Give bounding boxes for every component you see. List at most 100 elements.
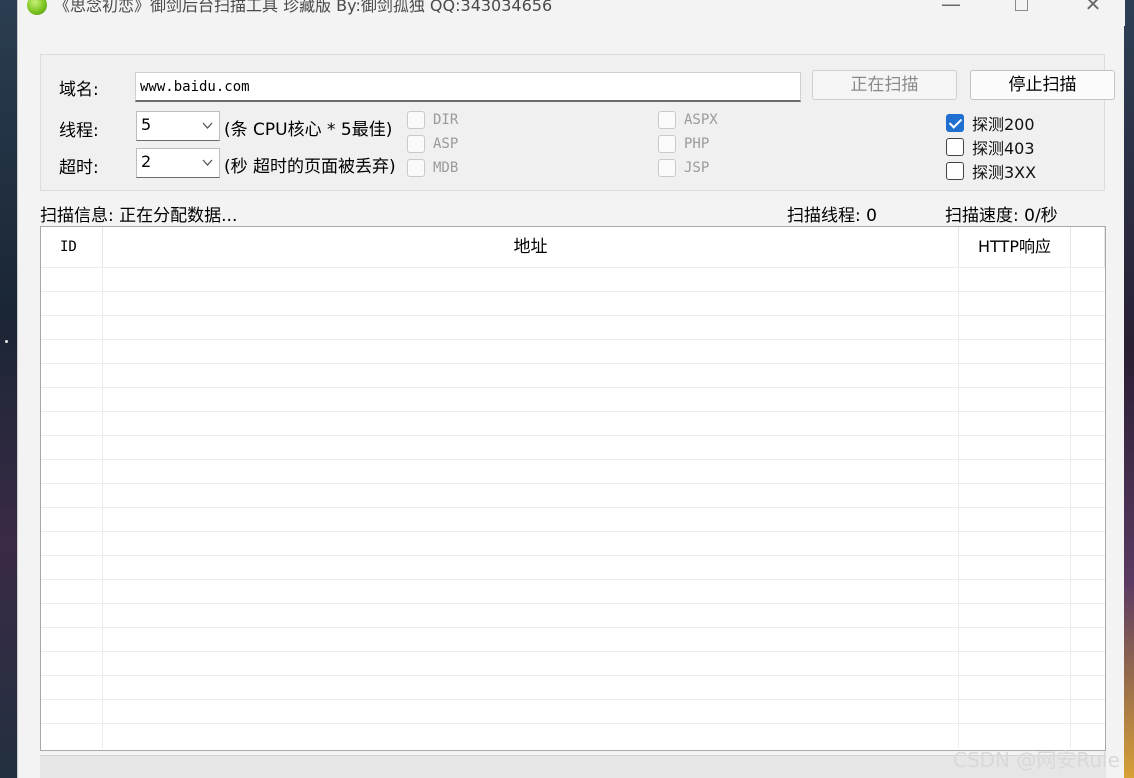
table-row — [41, 507, 1105, 532]
table-cell — [1071, 364, 1105, 388]
table-cell — [41, 340, 103, 364]
table-cell — [41, 292, 103, 316]
timeout-hint: (秒 超时的页面被丢弃) — [224, 157, 396, 177]
table-cell — [959, 628, 1071, 652]
table-cell — [1071, 316, 1105, 340]
table-cell — [1071, 388, 1105, 412]
checkbox-box — [407, 135, 425, 153]
table-cell — [1071, 652, 1105, 676]
dict-jsp-checkbox[interactable]: JSP — [658, 159, 709, 177]
probe-200-checkbox[interactable]: 探测200 — [946, 111, 1035, 135]
timeout-label: 超时: — [59, 158, 99, 178]
table-row — [41, 291, 1105, 316]
threads-hint: (条 CPU核心 * 5最佳) — [224, 120, 393, 140]
table-cell — [1071, 604, 1105, 628]
column-header-address[interactable]: 地址 — [103, 227, 959, 267]
watermark: CSDN @网安Rule — [953, 748, 1120, 772]
table-cell — [103, 604, 959, 628]
table-row — [41, 675, 1105, 700]
table-cell — [103, 700, 959, 724]
table-row — [41, 363, 1105, 388]
table-cell — [959, 412, 1071, 436]
results-table[interactable]: ID 地址 HTTP响应 — [40, 226, 1106, 751]
table-row — [41, 699, 1105, 724]
table-cell — [41, 316, 103, 340]
table-cell — [103, 724, 959, 748]
table-cell — [103, 268, 959, 292]
table-cell — [103, 364, 959, 388]
probe-403-checkbox[interactable]: 探测403 — [946, 135, 1035, 159]
table-cell — [41, 676, 103, 700]
table-cell — [959, 460, 1071, 484]
table-cell — [103, 556, 959, 580]
table-cell — [103, 460, 959, 484]
table-cell — [41, 652, 103, 676]
table-cell — [959, 700, 1071, 724]
table-cell — [1071, 508, 1105, 532]
table-cell — [1071, 460, 1105, 484]
table-cell — [41, 700, 103, 724]
table-cell — [1071, 628, 1105, 652]
table-cell — [959, 268, 1071, 292]
timeout-value: 2 — [141, 152, 152, 171]
minimize-button[interactable]: — — [928, 0, 974, 20]
table-cell — [959, 436, 1071, 460]
table-cell — [959, 652, 1071, 676]
checkbox-box — [407, 159, 425, 177]
table-cell — [959, 604, 1071, 628]
dict-dir-label: DIR — [433, 112, 459, 128]
table-cell — [41, 508, 103, 532]
table-cell — [1071, 436, 1105, 460]
table-cell — [959, 580, 1071, 604]
dict-asp-label: ASP — [433, 136, 459, 152]
chevron-down-icon — [202, 159, 213, 166]
dict-php-checkbox[interactable]: PHP — [658, 135, 709, 153]
table-row — [41, 459, 1105, 484]
dict-dir-checkbox[interactable]: DIR — [407, 111, 458, 129]
table-cell — [959, 340, 1071, 364]
dict-mdb-label: MDB — [433, 160, 459, 176]
column-header-http-response[interactable]: HTTP响应 — [959, 227, 1071, 267]
desktop-background-right — [1124, 0, 1134, 778]
timeout-select[interactable]: 2 — [136, 148, 220, 178]
dict-aspx-checkbox[interactable]: ASPX — [658, 111, 718, 129]
probe-3xx-checkbox[interactable]: 探测3XX — [946, 159, 1036, 183]
stop-scan-button[interactable]: 停止扫描 — [970, 70, 1115, 100]
table-cell — [959, 388, 1071, 412]
column-header-id[interactable]: ID — [41, 227, 103, 267]
table-cell — [103, 388, 959, 412]
table-row — [41, 435, 1105, 460]
table-cell — [1071, 268, 1105, 292]
dict-aspx-label: ASPX — [684, 112, 718, 128]
table-cell — [1071, 412, 1105, 436]
table-cell — [1071, 556, 1105, 580]
table-cell — [41, 724, 103, 748]
probe-403-label: 探测403 — [972, 139, 1035, 158]
checkbox-box — [407, 111, 425, 129]
table-cell — [959, 364, 1071, 388]
app-window: 《思念初恋》御剑后台扫描工具 珍藏版 By:御剑孤独 QQ:343034656 … — [17, 0, 1125, 778]
table-row — [41, 651, 1105, 676]
table-cell — [103, 340, 959, 364]
dict-asp-checkbox[interactable]: ASP — [407, 135, 458, 153]
maximize-button[interactable] — [998, 0, 1044, 20]
table-cell — [959, 292, 1071, 316]
checkbox-box — [658, 135, 676, 153]
table-cell — [41, 460, 103, 484]
start-scan-button[interactable]: 正在扫描 — [812, 70, 957, 100]
table-cell — [41, 556, 103, 580]
table-cell — [103, 676, 959, 700]
table-cell — [41, 436, 103, 460]
table-cell — [103, 412, 959, 436]
table-cell — [41, 484, 103, 508]
checkbox-box — [946, 162, 964, 180]
table-cell — [41, 628, 103, 652]
dict-php-label: PHP — [684, 136, 710, 152]
domain-input[interactable]: www.baidu.com — [135, 72, 801, 102]
threads-select[interactable]: 5 — [136, 111, 220, 141]
table-row — [41, 267, 1105, 292]
scan-options-panel: 域名: www.baidu.com 正在扫描 停止扫描 线程: 5 (条 CPU… — [40, 54, 1115, 191]
close-button[interactable]: ✕ — [1070, 0, 1116, 20]
dict-mdb-checkbox[interactable]: MDB — [407, 159, 458, 177]
app-icon — [27, 0, 47, 15]
